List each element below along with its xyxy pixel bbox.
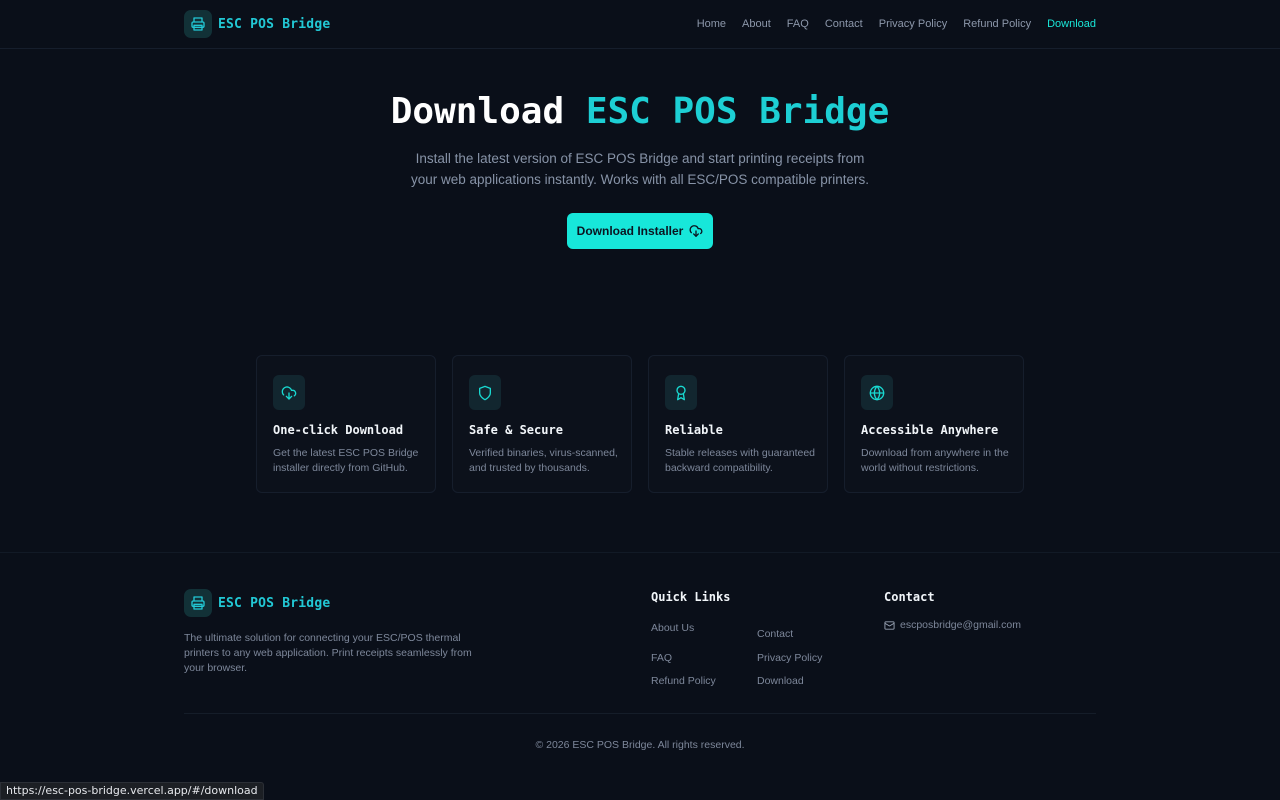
brand-name: ESC POS Bridge [218,16,331,32]
nav-faq[interactable]: FAQ [787,18,809,30]
page-title: Download ESC POS Bridge [0,91,1280,132]
footer-brand[interactable]: ESC POS Bridge [184,589,330,617]
status-bar-url: https://esc-pos-bridge.vercel.app/#/down… [0,782,264,800]
footer-divider-top [0,552,1280,553]
nav-about[interactable]: About [742,18,771,30]
feature-card-safe-secure: Safe & Secure Verified binaries, virus-s… [452,355,632,493]
feature-description: Get the latest ESC POS Bridge installer … [273,447,419,474]
footer-divider [184,713,1096,714]
contact-email-text: escposbridge@gmail.com [900,619,1021,631]
shield-icon [469,375,501,410]
nav-privacy-policy[interactable]: Privacy Policy [879,18,947,30]
quick-links-heading: Quick Links [651,590,731,604]
globe-icon [861,375,893,410]
nav-refund-policy[interactable]: Refund Policy [963,18,1031,30]
printer-icon [184,10,212,38]
feature-card-one-click-download: One-click Download Get the latest ESC PO… [256,355,436,493]
nav-contact[interactable]: Contact [825,18,863,30]
hero-subtitle: Install the latest version of ESC POS Br… [411,151,869,187]
mail-icon [884,620,895,631]
footer-link-refund-policy[interactable]: Refund Policy [651,675,716,687]
feature-title: One-click Download [273,423,404,437]
feature-description: Stable releases with guaranteed backward… [665,447,816,474]
nav-home[interactable]: Home [697,18,726,30]
footer-link-privacy-policy[interactable]: Privacy Policy [757,652,822,664]
feature-title: Safe & Secure [469,423,563,437]
download-installer-button[interactable]: Download Installer [567,213,713,249]
cloud-download-icon [273,375,305,410]
feature-title: Accessible Anywhere [861,423,999,437]
footer-brand-name: ESC POS Bridge [218,595,331,611]
cloud-download-icon [689,224,703,238]
title-accent: ESC POS Bridge [585,91,890,132]
contact-heading: Contact [884,590,935,604]
footer-link-download[interactable]: Download [757,675,804,687]
feature-description: Verified binaries, virus-scanned, and tr… [469,447,618,474]
feature-card-accessible-anywhere: Accessible Anywhere Download from anywhe… [844,355,1024,493]
contact-email[interactable]: escposbridge@gmail.com [884,619,1021,631]
footer-description: The ultimate solution for connecting you… [184,632,472,674]
top-navbar: ESC POS Bridge Home About FAQ Contact Pr… [0,0,1280,49]
download-button-label: Download Installer [576,224,684,238]
printer-icon [184,589,212,617]
brand-logo-link[interactable]: ESC POS Bridge [184,10,330,38]
feature-description: Download from anywhere in the world with… [861,447,1009,474]
nav-download[interactable]: Download [1047,18,1096,30]
main-nav: Home About FAQ Contact Privacy Policy Re… [697,18,1096,30]
feature-card-reliable: Reliable Stable releases with guaranteed… [648,355,828,493]
title-prefix: Download [390,91,565,132]
copyright: © 2026 ESC POS Bridge. All rights reserv… [535,739,745,751]
footer-link-faq[interactable]: FAQ [651,652,672,664]
award-icon [665,375,697,410]
footer-link-contact[interactable]: Contact [757,628,793,640]
feature-title: Reliable [665,423,723,437]
footer-link-about-us[interactable]: About Us [651,622,694,634]
